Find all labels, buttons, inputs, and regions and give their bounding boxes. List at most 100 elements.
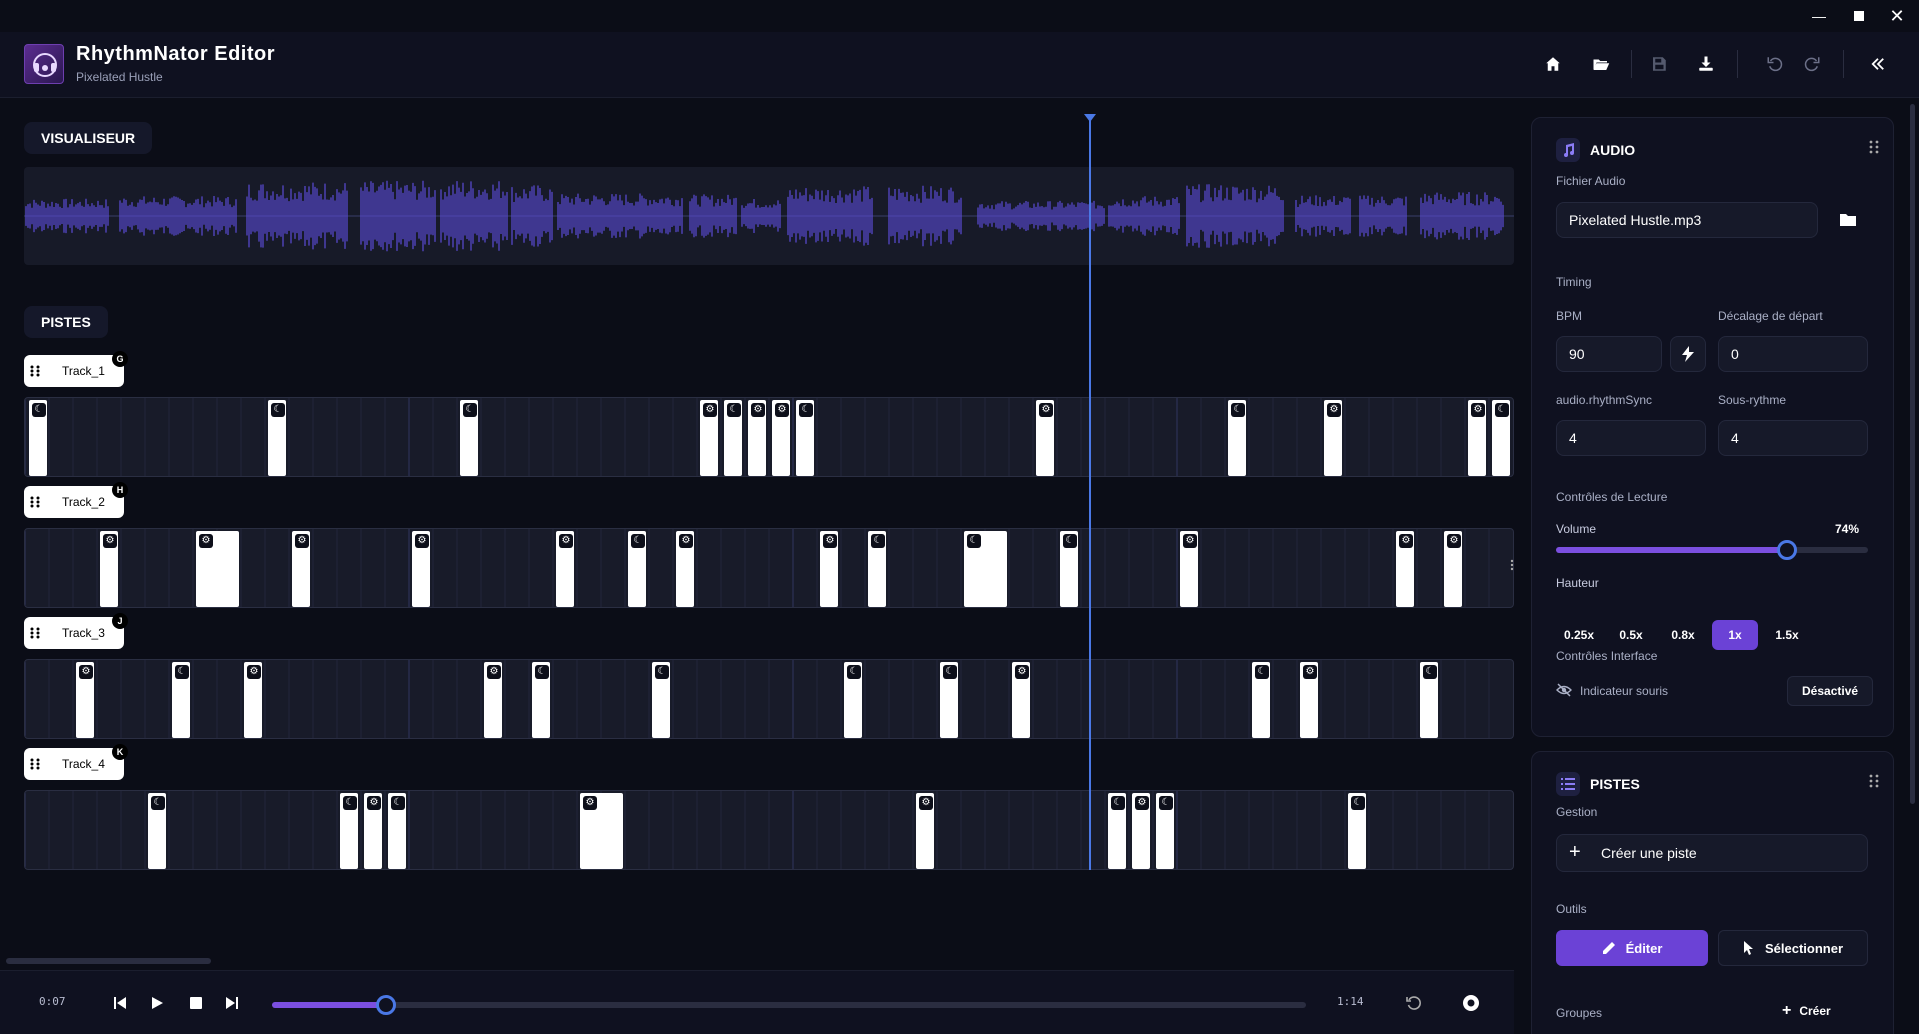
track-tag[interactable]: Track_4 K xyxy=(24,744,128,780)
note-block[interactable]: ☾ xyxy=(628,531,646,607)
track-lane[interactable]: ☾ ☾ ☾ ⚙ ☾ ⚙ ⚙ ☾ ⚙ ☾ ⚙ ⚙ ☾ xyxy=(24,397,1514,477)
note-block[interactable]: ⚙ xyxy=(364,793,382,869)
playhead-marker[interactable] xyxy=(1084,114,1096,122)
note-block[interactable]: ☾ xyxy=(964,531,1007,607)
edit-tool-button[interactable]: Éditer xyxy=(1556,930,1708,966)
pitch-option-button[interactable]: 1.5x xyxy=(1764,620,1810,650)
redo-icon[interactable] xyxy=(1800,52,1824,76)
note-block[interactable]: ⚙ xyxy=(412,531,430,607)
note-block[interactable]: ☾ xyxy=(652,662,670,738)
loop-icon[interactable] xyxy=(1402,991,1426,1015)
note-block[interactable]: ☾ xyxy=(29,400,47,476)
drag-handle-icon[interactable] xyxy=(30,365,40,377)
note-block[interactable]: ⚙ xyxy=(76,662,94,738)
volume-slider-knob[interactable] xyxy=(1776,540,1797,560)
subrhythm-input[interactable]: 4 xyxy=(1718,420,1868,456)
volume-slider[interactable] xyxy=(1556,540,1868,560)
note-block[interactable]: ☾ xyxy=(340,793,358,869)
mouse-indicator-toggle[interactable]: Désactivé xyxy=(1787,676,1874,706)
note-block[interactable]: ☾ xyxy=(1156,793,1174,869)
note-block[interactable]: ⚙ xyxy=(100,531,118,607)
seek-bar[interactable] xyxy=(272,995,1306,1015)
tap-tempo-button[interactable] xyxy=(1670,336,1706,372)
note-block[interactable]: ☾ xyxy=(388,793,406,869)
note-block[interactable]: ☾ xyxy=(1420,662,1438,738)
note-block[interactable]: ⚙ xyxy=(916,793,934,869)
skip-forward-icon[interactable] xyxy=(220,991,244,1015)
note-block[interactable]: ☾ xyxy=(796,400,814,476)
note-block[interactable]: ⚙ xyxy=(820,531,838,607)
download-icon[interactable] xyxy=(1694,52,1718,76)
pitch-option-button[interactable]: 1x xyxy=(1712,620,1758,650)
track-tag[interactable]: Track_3 J xyxy=(24,613,128,649)
note-block[interactable]: ⚙ xyxy=(556,531,574,607)
note-block[interactable]: ☾ xyxy=(1492,400,1510,476)
note-block[interactable]: ⚙ xyxy=(1468,400,1486,476)
note-block[interactable]: ⚙ xyxy=(196,531,239,607)
note-block[interactable]: ⚙ xyxy=(1396,531,1414,607)
create-track-button[interactable]: + Créer une piste xyxy=(1556,834,1868,872)
note-block[interactable]: ☾ xyxy=(1252,662,1270,738)
close-icon[interactable]: ✕ xyxy=(1887,6,1907,26)
track-tag[interactable]: Track_1 G xyxy=(24,351,128,387)
offset-input[interactable]: 0 xyxy=(1718,336,1868,372)
note-block[interactable]: ☾ xyxy=(1108,793,1126,869)
note-block[interactable]: ☾ xyxy=(172,662,190,738)
note-block[interactable]: ☾ xyxy=(1348,793,1366,869)
note-block[interactable]: ☾ xyxy=(268,400,286,476)
playhead-line[interactable] xyxy=(1089,118,1091,870)
collapse-panel-icon[interactable] xyxy=(1866,52,1890,76)
track-lane[interactable]: ☾ ☾ ⚙ ☾ ⚙ ⚙ ☾ ⚙ ☾ ☾ xyxy=(24,790,1514,870)
maximize-icon[interactable] xyxy=(1849,6,1869,26)
drag-handle-icon[interactable] xyxy=(30,496,40,508)
folder-open-icon[interactable] xyxy=(1589,52,1613,76)
note-block[interactable]: ⚙ xyxy=(1324,400,1342,476)
audio-file-field[interactable]: Pixelated Hustle.mp3 xyxy=(1556,202,1818,238)
note-block[interactable]: ⚙ xyxy=(1180,531,1198,607)
stop-icon[interactable] xyxy=(184,991,208,1015)
browse-folder-button[interactable] xyxy=(1830,202,1866,238)
drag-handle-icon[interactable] xyxy=(1869,140,1879,154)
bpm-input[interactable]: 90 xyxy=(1556,336,1662,372)
note-block[interactable]: ⚙ xyxy=(1012,662,1030,738)
note-block[interactable]: ⚙ xyxy=(580,793,623,869)
note-block[interactable]: ☾ xyxy=(844,662,862,738)
note-block[interactable]: ⚙ xyxy=(1300,662,1318,738)
minimize-icon[interactable]: — xyxy=(1809,6,1829,26)
note-block[interactable]: ☾ xyxy=(940,662,958,738)
drag-handle-icon[interactable] xyxy=(1869,774,1879,788)
note-block[interactable]: ⚙ xyxy=(700,400,718,476)
home-icon[interactable] xyxy=(1541,52,1565,76)
pitch-option-button[interactable]: 0.8x xyxy=(1660,620,1706,650)
note-block[interactable]: ☾ xyxy=(868,531,886,607)
note-block[interactable]: ⚙ xyxy=(484,662,502,738)
waveform-visualizer[interactable] xyxy=(24,167,1514,265)
note-block[interactable]: ⚙ xyxy=(748,400,766,476)
note-block[interactable]: ⚙ xyxy=(1444,531,1462,607)
vertical-scrollbar[interactable] xyxy=(1910,104,1915,804)
note-block[interactable]: ⚙ xyxy=(1132,793,1150,869)
play-icon[interactable] xyxy=(145,991,169,1015)
undo-icon[interactable] xyxy=(1763,52,1787,76)
horizontal-scrollbar[interactable] xyxy=(6,958,211,964)
note-block[interactable]: ☾ xyxy=(1228,400,1246,476)
track-lane[interactable]: ⚙ ⚙ ⚙ ⚙ ⚙ ☾ ⚙ ⚙ ☾ ☾ ☾ ⚙ ⚙ ⚙ xyxy=(24,528,1514,608)
note-block[interactable]: ⚙ xyxy=(1036,400,1054,476)
track-lane[interactable]: ⚙ ☾ ⚙ ⚙ ☾ ☾ ☾ ☾ ⚙ ☾ ⚙ ☾ xyxy=(24,659,1514,739)
pitch-option-button[interactable]: 0.25x xyxy=(1556,620,1602,650)
pitch-option-button[interactable]: 0.5x xyxy=(1608,620,1654,650)
record-icon[interactable] xyxy=(1459,991,1483,1015)
note-block[interactable]: ☾ xyxy=(1060,531,1078,607)
note-block[interactable]: ☾ xyxy=(532,662,550,738)
note-block[interactable]: ⚙ xyxy=(292,531,310,607)
select-tool-button[interactable]: Sélectionner xyxy=(1718,930,1868,966)
note-block[interactable]: ☾ xyxy=(148,793,166,869)
drag-handle-icon[interactable] xyxy=(30,627,40,639)
drag-handle-icon[interactable] xyxy=(30,758,40,770)
rhythm-sync-input[interactable]: 4 xyxy=(1556,420,1706,456)
note-block[interactable]: ⚙ xyxy=(676,531,694,607)
track-tag[interactable]: Track_2 H xyxy=(24,482,128,518)
note-block[interactable]: ☾ xyxy=(460,400,478,476)
skip-back-icon[interactable] xyxy=(108,991,132,1015)
note-block[interactable]: ⚙ xyxy=(244,662,262,738)
